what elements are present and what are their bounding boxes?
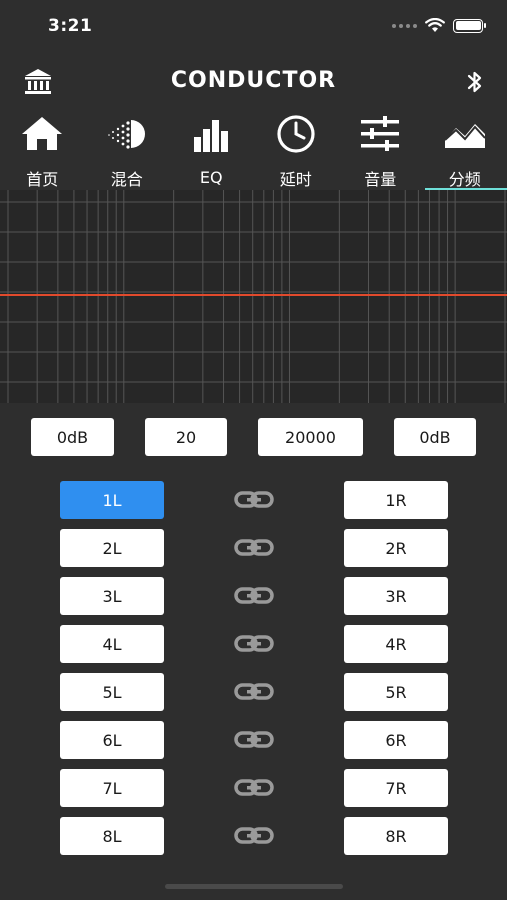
channel-7r-button[interactable]: 7R (344, 769, 448, 807)
tab-label: 混合 (110, 170, 143, 189)
tab-label: 分频 (448, 170, 481, 189)
nav-bar: CONDUCTOR (0, 60, 507, 104)
home-indicator[interactable] (165, 884, 343, 889)
tab-label: EQ (199, 168, 223, 187)
link-icon[interactable] (233, 582, 275, 610)
channel-2l-button[interactable]: 2L (60, 529, 164, 567)
graph-canvas (0, 190, 507, 403)
channel-7l-button[interactable]: 7L (60, 769, 164, 807)
tab-volume[interactable]: 音量 (338, 108, 423, 190)
channel-3r-button[interactable]: 3R (344, 577, 448, 615)
clock-icon (273, 112, 319, 156)
status-time: 3:21 (48, 16, 93, 36)
link-icon[interactable] (233, 678, 275, 706)
channel-2r-button[interactable]: 2R (344, 529, 448, 567)
tab-label: 首页 (26, 170, 59, 189)
tab-crossover[interactable]: 分频 (423, 108, 507, 190)
tab-mix[interactable]: 混合 (85, 108, 170, 190)
tab-bar: 首页 混合 EQ 延时 音量 分频 (0, 108, 507, 190)
channel-row: 2L 2R (0, 529, 507, 567)
crossover-icon (442, 112, 488, 156)
cellular-signal-icon (392, 23, 417, 28)
channel-row: 6L 6R (0, 721, 507, 759)
status-bar: 3:21 (0, 0, 507, 56)
sliders-icon (357, 112, 403, 156)
channel-4r-button[interactable]: 4R (344, 625, 448, 663)
channel-5l-button[interactable]: 5L (60, 673, 164, 711)
tab-delay[interactable]: 延时 (254, 108, 339, 190)
frequency-response-graph[interactable] (0, 190, 507, 403)
channel-row: 1L 1R (0, 481, 507, 519)
channel-row: 7L 7R (0, 769, 507, 807)
crossover-values: 0dB 20 20000 0dB (0, 418, 507, 456)
eq-bars-icon (188, 112, 234, 158)
tab-eq[interactable]: EQ (169, 108, 254, 190)
channel-1l-button[interactable]: 1L (60, 481, 164, 519)
tab-label: 音量 (364, 170, 397, 189)
wifi-icon (425, 18, 445, 32)
channel-6r-button[interactable]: 6R (344, 721, 448, 759)
home-icon (19, 112, 65, 156)
link-icon[interactable] (233, 534, 275, 562)
high-frequency-field[interactable]: 20000 (258, 418, 363, 456)
channel-6l-button[interactable]: 6L (60, 721, 164, 759)
channel-row: 4L 4R (0, 625, 507, 663)
channel-5r-button[interactable]: 5R (344, 673, 448, 711)
low-frequency-field[interactable]: 20 (145, 418, 227, 456)
channel-row: 5L 5R (0, 673, 507, 711)
link-icon[interactable] (233, 630, 275, 658)
link-icon[interactable] (233, 726, 275, 754)
channel-4l-button[interactable]: 4L (60, 625, 164, 663)
channel-8r-button[interactable]: 8R (344, 817, 448, 855)
battery-icon (453, 18, 486, 33)
link-icon[interactable] (233, 774, 275, 802)
mix-icon (104, 112, 150, 156)
status-indicators (392, 18, 486, 33)
channel-8l-button[interactable]: 8L (60, 817, 164, 855)
low-gain-field[interactable]: 0dB (31, 418, 114, 456)
high-gain-field[interactable]: 0dB (394, 418, 476, 456)
bluetooth-icon[interactable] (463, 66, 487, 98)
link-icon[interactable] (233, 486, 275, 514)
tab-home[interactable]: 首页 (0, 108, 85, 190)
channel-row: 8L 8R (0, 817, 507, 855)
app-title: CONDUCTOR (170, 68, 337, 93)
channel-3l-button[interactable]: 3L (60, 577, 164, 615)
link-icon[interactable] (233, 822, 275, 850)
channel-1r-button[interactable]: 1R (344, 481, 448, 519)
tab-label: 延时 (279, 170, 312, 189)
channel-row: 3L 3R (0, 577, 507, 615)
